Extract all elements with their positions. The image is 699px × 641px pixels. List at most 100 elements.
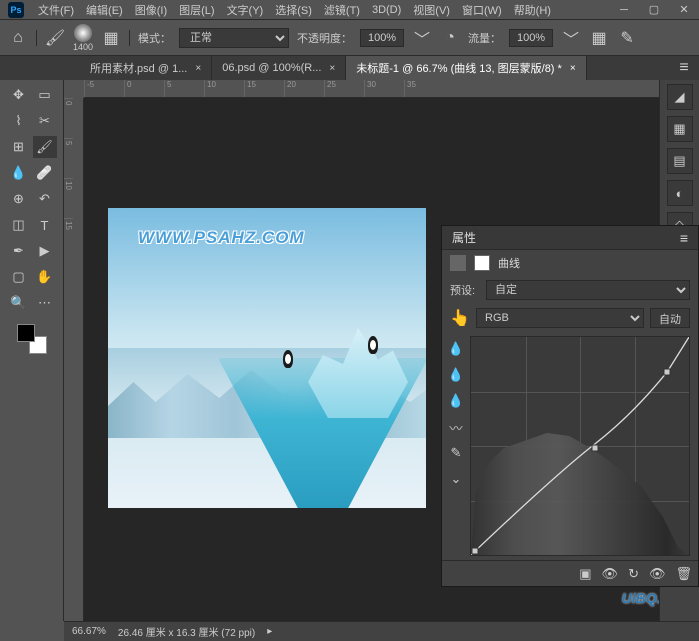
document-canvas[interactable]: WWW.PSAHZ.COM: [108, 208, 426, 508]
visibility-icon[interactable]: 👁: [649, 566, 666, 582]
crop-tool[interactable]: ⊞: [7, 136, 31, 158]
brush-settings-icon[interactable]: ▦: [101, 28, 121, 48]
panel-tab-layers[interactable]: ▤: [667, 148, 693, 174]
healing-tool[interactable]: 🩹: [33, 162, 57, 184]
menu-edit[interactable]: 编辑(E): [80, 2, 129, 18]
menu-help[interactable]: 帮助(H): [508, 2, 557, 18]
curve-point-tool-icon[interactable]: 〰: [447, 418, 465, 436]
home-icon[interactable]: ⌂: [8, 28, 28, 48]
curve-point[interactable]: [664, 368, 671, 375]
path-select-tool[interactable]: ▶: [33, 240, 57, 262]
close-icon[interactable]: ×: [195, 63, 201, 74]
lasso-tool[interactable]: ⌇: [7, 110, 31, 132]
menu-layer[interactable]: 图层(L): [173, 2, 220, 18]
smooth-icon[interactable]: ⌄: [447, 470, 465, 488]
preset-label: 预设:: [450, 282, 480, 298]
eyedropper-black-icon[interactable]: 💧: [447, 340, 465, 358]
zoom-level[interactable]: 66.67%: [72, 626, 106, 637]
tab-document-3[interactable]: 未标题-1 @ 66.7% (曲线 13, 图层蒙版/8) * ×: [346, 56, 586, 80]
eraser-tool[interactable]: ◫: [7, 214, 31, 236]
edit-toolbar[interactable]: ⋯: [33, 292, 57, 314]
panel-footer: ▣ 👁 ↻ 👁 🗑: [442, 560, 698, 586]
ruler-vertical[interactable]: 05 1015: [64, 98, 84, 621]
preset-select[interactable]: 自定: [486, 280, 690, 300]
brush-tool[interactable]: 🖌: [33, 136, 57, 158]
brush-size-preview[interactable]: 1400: [73, 24, 93, 52]
opacity-input[interactable]: [360, 29, 404, 47]
tab-label: 所用素材.psd @ 1...: [90, 60, 187, 76]
status-chevron-icon[interactable]: ▸: [267, 626, 272, 637]
watermark-text: WWW.PSAHZ.COM: [138, 228, 305, 248]
shape-tool[interactable]: ▢: [7, 266, 31, 288]
menu-image[interactable]: 图像(I): [129, 2, 173, 18]
panel-tab-channels[interactable]: ◐: [667, 180, 693, 206]
hand-tool[interactable]: ✋: [33, 266, 57, 288]
ruler-origin[interactable]: [64, 80, 84, 98]
auto-button[interactable]: 自动: [650, 308, 690, 328]
pen-tool[interactable]: ✒: [7, 240, 31, 262]
minimize-button[interactable]: ─: [609, 0, 639, 20]
menu-file[interactable]: 文件(F): [32, 2, 80, 18]
move-tool[interactable]: ✥: [7, 84, 31, 106]
toolbox: ✥ ▭ ⌇ ✂ ⊞ 🖌 💧 🩹 ⊕ ↶ ◫ T ✒ ▶ ▢ ✋ 🔍 ⋯: [0, 80, 64, 621]
tab-document-2[interactable]: 06.psd @ 100%(R... ×: [212, 56, 346, 80]
menu-window[interactable]: 窗口(W): [456, 2, 508, 18]
close-icon[interactable]: ×: [570, 63, 576, 74]
close-icon[interactable]: ×: [329, 63, 335, 74]
menu-view[interactable]: 视图(V): [407, 2, 456, 18]
tabs-overflow[interactable]: ≡: [669, 56, 699, 80]
curve-point[interactable]: [592, 445, 599, 452]
marquee-tool[interactable]: ▭: [33, 84, 57, 106]
reset-icon[interactable]: ↻: [628, 566, 639, 582]
channel-select[interactable]: RGB: [476, 308, 644, 328]
menu-filter[interactable]: 滤镜(T): [318, 2, 366, 18]
color-swatches[interactable]: [17, 324, 47, 354]
curve-pencil-tool-icon[interactable]: ✎: [447, 444, 465, 462]
panel-header[interactable]: 属性 ≡: [442, 226, 698, 250]
curves-sidebar: 💧 💧 💧 〰 ✎ ⌄: [442, 332, 470, 560]
menu-select[interactable]: 选择(S): [269, 2, 318, 18]
target-adjust-icon[interactable]: 👆: [450, 308, 470, 328]
panel-tab-color[interactable]: ◢: [667, 84, 693, 110]
tab-document-1[interactable]: 所用素材.psd @ 1... ×: [80, 56, 212, 80]
flow-input[interactable]: [509, 29, 553, 47]
zoom-tool[interactable]: 🔍: [7, 292, 31, 314]
adjustment-info: 曲线: [442, 250, 698, 276]
pressure-opacity-icon[interactable]: ◔: [440, 28, 460, 48]
panel-tab-swatches[interactable]: ▦: [667, 116, 693, 142]
brush-tool-icon[interactable]: 🖌: [45, 28, 65, 48]
curves-adj-icon: [450, 255, 466, 271]
curves-graph[interactable]: [470, 336, 690, 556]
mask-icon[interactable]: [474, 255, 490, 271]
preset-row: 预设: 自定: [442, 276, 698, 304]
panel-menu-icon[interactable]: ≡: [680, 230, 688, 246]
close-button[interactable]: ✕: [669, 0, 699, 20]
flow-chevron-icon[interactable]: ﹀: [561, 28, 581, 48]
document-dimensions[interactable]: 26.46 厘米 x 16.3 厘米 (72 ppi): [118, 624, 255, 639]
menu-3d[interactable]: 3D(D): [366, 4, 407, 16]
mode-select[interactable]: 正常: [179, 28, 289, 48]
airbrush-icon[interactable]: ▦: [589, 28, 609, 48]
view-previous-icon[interactable]: 👁: [602, 566, 619, 582]
type-tool[interactable]: T: [33, 214, 57, 236]
clone-tool[interactable]: ⊕: [7, 188, 31, 210]
tab-label: 未标题-1 @ 66.7% (曲线 13, 图层蒙版/8) *: [356, 60, 562, 76]
delete-icon[interactable]: 🗑: [675, 566, 692, 582]
ps-logo: Ps: [8, 2, 24, 18]
properties-panel: 属性 ≡ 曲线 预设: 自定 👆 RGB 自动 💧 💧 💧 〰 ✎ ⌄: [441, 225, 699, 587]
pressure-size-icon[interactable]: ✎: [617, 28, 637, 48]
curve-point[interactable]: [472, 547, 479, 554]
opacity-chevron-icon[interactable]: ﹀: [412, 28, 432, 48]
menu-type[interactable]: 文字(Y): [221, 2, 270, 18]
eyedropper-tool[interactable]: 💧: [7, 162, 31, 184]
quick-select-tool[interactable]: ✂: [33, 110, 57, 132]
foreground-color[interactable]: [17, 324, 35, 342]
maximize-button[interactable]: ▢: [639, 0, 669, 20]
history-brush-tool[interactable]: ↶: [33, 188, 57, 210]
clip-to-layer-icon[interactable]: ▣: [579, 566, 591, 582]
eyedropper-white-icon[interactable]: 💧: [447, 392, 465, 410]
eyedropper-gray-icon[interactable]: 💧: [447, 366, 465, 384]
ruler-horizontal[interactable]: -50 510 1520 2530 35: [84, 80, 699, 98]
document-tabs: 所用素材.psd @ 1... × 06.psd @ 100%(R... × 未…: [0, 56, 699, 80]
opacity-label: 不透明度：: [297, 30, 352, 46]
